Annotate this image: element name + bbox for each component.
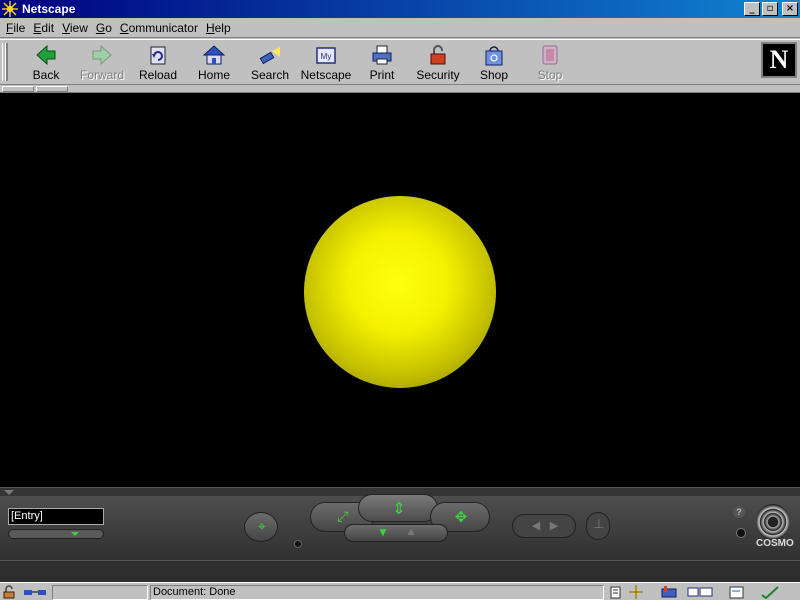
connection-status-icon — [24, 590, 46, 595]
back-arrow-icon — [36, 44, 56, 66]
printer-icon — [372, 45, 392, 65]
close-button[interactable]: × — [782, 2, 798, 16]
navigator-icon[interactable] — [628, 585, 644, 599]
reload-icon — [150, 46, 166, 65]
home-label: Home — [197, 68, 230, 82]
svg-text:My: My — [321, 52, 332, 61]
viewpoint-select[interactable]: [Entry] — [8, 508, 104, 525]
title-bar: Netscape _ ▫ × — [0, 0, 800, 18]
forward-arrow-icon — [92, 44, 112, 66]
security-label: Security — [416, 68, 460, 82]
pan-button[interactable]: ⇕ — [358, 494, 438, 522]
stop-button[interactable]: Stop — [522, 42, 578, 82]
seek-button[interactable]: ⌖ — [244, 512, 278, 542]
print-button[interactable]: Print — [354, 42, 410, 82]
menu-help[interactable]: Help — [202, 21, 235, 35]
shop-label: Shop — [479, 68, 509, 82]
walk-icon: ⤢ — [337, 509, 349, 525]
yellow-sphere[interactable] — [304, 196, 496, 388]
netscape-logo[interactable]: N — [761, 42, 797, 78]
preferences-knob[interactable] — [736, 528, 746, 538]
reload-button[interactable]: Reload — [130, 42, 186, 82]
print-label: Print — [369, 68, 395, 82]
collapsed-bar-tab[interactable] — [36, 86, 68, 92]
menu-bar: File Edit View Go Communicator Help — [0, 18, 800, 38]
forward-button[interactable]: Forward — [74, 42, 130, 82]
discussion-groups-icon[interactable] — [686, 585, 716, 599]
reload-label: Reload — [138, 68, 178, 82]
straighten-button[interactable]: ⊥ — [586, 512, 610, 540]
home-icon — [202, 45, 226, 65]
menu-go[interactable]: Go — [92, 21, 116, 35]
forward-label: Forward — [79, 68, 124, 82]
help-button[interactable]: ? — [733, 506, 745, 518]
netscape-label: Netscape — [300, 68, 352, 82]
bookmarks-icon[interactable] — [608, 585, 624, 599]
stop-label: Stop — [537, 68, 563, 82]
vrml-viewport[interactable] — [0, 93, 800, 487]
menu-file[interactable]: File — [2, 21, 29, 35]
window-title: Netscape — [22, 2, 76, 16]
collapsed-bar-tab[interactable] — [2, 86, 34, 92]
collapsed-toolbar-strip — [0, 85, 800, 93]
undo-redo-control[interactable]: ◀ ▶ — [512, 514, 576, 538]
menu-edit[interactable]: Edit — [29, 21, 58, 35]
caret-up-icon: ▲ — [407, 527, 415, 537]
crosshair-icon: ⌖ — [258, 519, 266, 535]
straighten-icon: ⊥ — [593, 517, 605, 532]
stop-icon — [542, 45, 558, 65]
undo-icon: ◀ — [531, 519, 541, 532]
menu-communicator[interactable]: Communicator — [116, 21, 202, 35]
toolbar-grip[interactable] — [2, 43, 8, 81]
caret-down-icon: ▼ — [379, 528, 387, 538]
padlock-icon — [430, 45, 446, 65]
search-button[interactable]: Search — [242, 42, 298, 82]
cosmo-player-console: [Entry] ⌖ ⤢ ⇕ ✥ ▼ ▲ ◀ ▶ ⊥ ? COSMO — [0, 487, 800, 582]
progress-cell — [52, 585, 148, 600]
viewpoint-cycle-control[interactable] — [8, 529, 104, 539]
small-knob[interactable] — [294, 540, 302, 548]
tilt-control[interactable]: ▼ ▲ — [344, 524, 448, 542]
pen-icon[interactable] — [760, 585, 782, 599]
navigation-toolbar: Back Forward Reload Home Search My Netsc… — [0, 39, 800, 85]
netscape-app-icon[interactable] — [2, 1, 18, 17]
search-label: Search — [250, 68, 290, 82]
my-netscape-icon: My — [316, 47, 336, 64]
search-flashlight-icon — [259, 47, 280, 65]
back-button[interactable]: Back — [18, 42, 74, 82]
status-message: Document: Done — [150, 585, 604, 600]
console-collapse-icon[interactable] — [4, 490, 14, 495]
restore-button[interactable]: ▫ — [762, 2, 778, 16]
security-button[interactable]: Security — [410, 42, 466, 82]
chevron-down-icon — [71, 532, 79, 536]
redo-icon: ▶ — [549, 519, 559, 532]
move-updown-icon: ⇕ — [392, 499, 406, 518]
shopping-bag-icon — [485, 46, 503, 66]
security-lock-icon[interactable] — [2, 585, 18, 599]
composer-icon[interactable] — [728, 585, 746, 599]
minimize-button[interactable]: _ — [744, 2, 760, 16]
menu-view[interactable]: View — [58, 21, 92, 35]
home-button[interactable]: Home — [186, 42, 242, 82]
mailbox-icon[interactable] — [658, 585, 680, 599]
status-bar: Document: Done — [0, 582, 800, 600]
cosmo-logo[interactable] — [756, 504, 790, 540]
cosmo-brand-label: COSMO — [756, 538, 794, 549]
my-netscape-button[interactable]: My Netscape — [298, 42, 354, 82]
console-lower-band — [0, 560, 800, 582]
shop-button[interactable]: Shop — [466, 42, 522, 82]
back-label: Back — [32, 68, 60, 82]
move-icon: ✥ — [454, 508, 468, 526]
